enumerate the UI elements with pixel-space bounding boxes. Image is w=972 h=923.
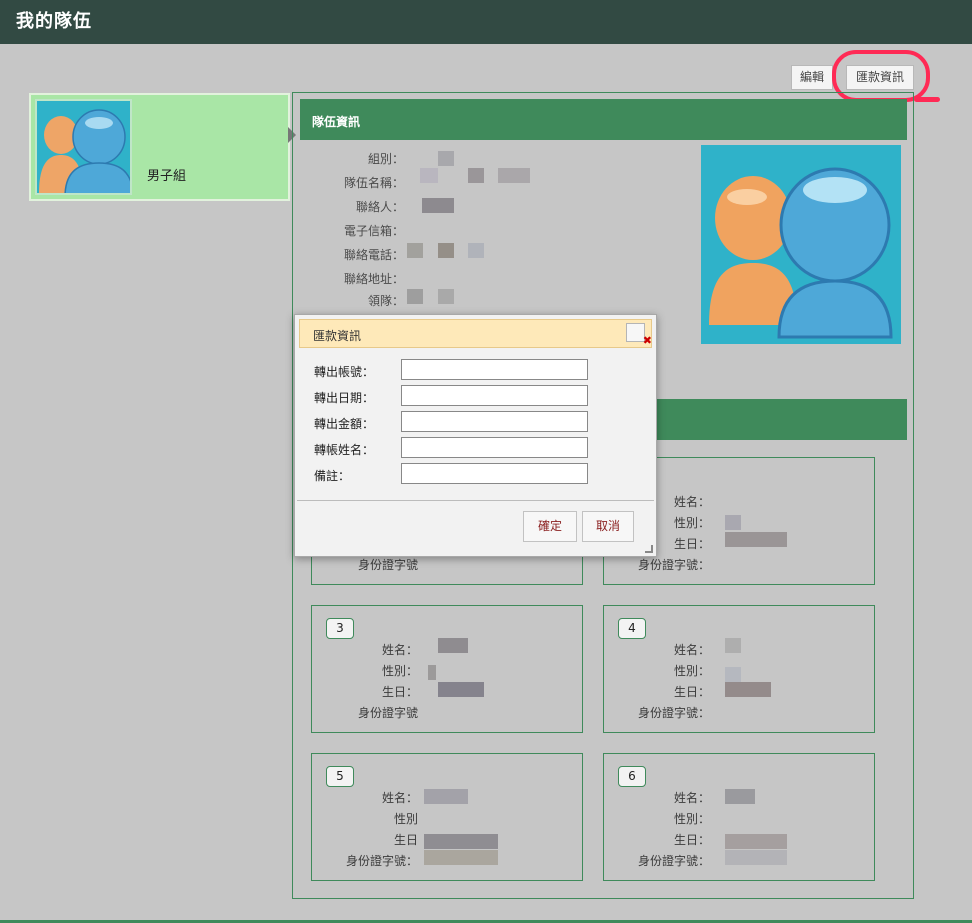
member-field-label: 性別：: [381, 664, 418, 678]
redacted-value: [428, 665, 436, 680]
field-label-contact: 聯絡人：: [355, 200, 404, 214]
page-title: 我的隊伍: [16, 11, 92, 32]
member-field-label: 姓名：: [381, 643, 418, 657]
member-field-label: 生日：: [673, 685, 710, 699]
date-input[interactable]: [401, 385, 588, 406]
member-field-label: 生日：: [381, 685, 418, 699]
account-input[interactable]: [401, 359, 588, 380]
field-label-note: 備註：: [314, 469, 351, 483]
member-field-label: 姓名：: [673, 643, 710, 657]
redacted-value: [420, 168, 438, 183]
redacted-value: [407, 243, 423, 258]
dialog-header: 匯款資訊 ✖: [299, 319, 652, 348]
redacted-value: [438, 243, 454, 258]
close-button[interactable]: ✖: [626, 323, 652, 347]
redacted-value: [468, 168, 484, 183]
redacted-value: [725, 850, 787, 865]
redacted-value: [424, 850, 498, 865]
member-number: 4: [618, 618, 646, 639]
redacted-value: [424, 789, 468, 804]
member-field-label: 生日: [393, 833, 418, 847]
edit-button[interactable]: 編輯: [791, 65, 833, 90]
redacted-value: [422, 198, 454, 213]
payer-name-input[interactable]: [401, 437, 588, 458]
field-label-email: 電子信箱：: [343, 224, 404, 238]
field-label-team-name: 隊伍名稱：: [343, 176, 404, 190]
redacted-value: [725, 638, 741, 653]
field-label-payer-name: 轉帳姓名：: [314, 443, 375, 457]
field-label-phone: 聯絡電話：: [343, 248, 404, 262]
redacted-value: [725, 682, 771, 697]
member-card: 6 姓名： 性別： 生日： 身份證字號：: [603, 753, 875, 881]
redacted-value: [438, 289, 454, 304]
member-number: 3: [326, 618, 354, 639]
member-card: 5 姓名： 性別 生日 身份證字號：: [311, 753, 583, 881]
team-info-heading: 隊伍資訊: [300, 99, 907, 140]
field-label-amount: 轉出金額：: [314, 417, 375, 431]
amount-input[interactable]: [401, 411, 588, 432]
close-icon: ✖: [642, 334, 652, 347]
field-label-address: 聯絡地址：: [343, 272, 404, 286]
member-field-label: 身份證字號: [357, 706, 418, 720]
team-name: 男子組: [147, 169, 187, 184]
team-card[interactable]: 男子組: [29, 93, 290, 201]
member-card: 3 姓名： 性別： 生日： 身份證字號: [311, 605, 583, 733]
redacted-value: [407, 289, 423, 304]
team-people-icon: [709, 167, 893, 339]
field-label-account: 轉出帳號：: [314, 365, 375, 379]
member-field-label: 身份證字號：: [345, 854, 418, 868]
field-label-date: 轉出日期：: [314, 391, 375, 405]
member-card: 4 姓名： 性別： 生日： 身份證字號：: [603, 605, 875, 733]
redacted-value: [438, 638, 468, 653]
dialog-title: 匯款資訊: [313, 329, 362, 343]
note-input[interactable]: [401, 463, 588, 484]
cancel-button[interactable]: 取消: [582, 511, 634, 542]
dialog-divider: [297, 500, 654, 501]
confirm-button[interactable]: 確定: [523, 511, 577, 542]
field-label-group: 組別：: [367, 152, 404, 166]
redacted-value: [725, 789, 755, 804]
team-people-icon: [39, 109, 130, 193]
redacted-value: [725, 515, 741, 530]
member-field-label: 姓名：: [381, 791, 418, 805]
member-number: 6: [618, 766, 646, 787]
redacted-value: [498, 168, 530, 183]
payment-info-dialog: 匯款資訊 ✖ 轉出帳號： 轉出日期： 轉出金額： 轉帳姓名： 備註： 確定 取消: [294, 314, 657, 557]
member-field-label: 身份證字號：: [637, 558, 710, 572]
redacted-value: [725, 834, 787, 849]
redacted-value: [438, 682, 484, 697]
redacted-value: [438, 151, 454, 166]
redacted-value: [468, 243, 484, 258]
member-field-label: 生日：: [673, 833, 710, 847]
resize-handle-icon[interactable]: [645, 545, 653, 553]
member-field-label: 性別：: [673, 812, 710, 826]
redacted-value: [424, 834, 498, 849]
app-header: 我的隊伍: [0, 0, 972, 44]
field-label-leader: 領隊：: [367, 294, 404, 308]
redacted-value: [725, 532, 787, 547]
team-photo: [701, 145, 901, 344]
redacted-value: [725, 667, 741, 682]
member-field-label: 性別：: [673, 664, 710, 678]
team-avatar: [35, 99, 132, 195]
annotation-stroke: [914, 97, 940, 102]
member-number: 5: [326, 766, 354, 787]
member-field-label: 身份證字號：: [637, 706, 710, 720]
member-field-label: 身份證字號：: [637, 854, 710, 868]
member-field-label: 姓名：: [673, 791, 710, 805]
member-field-label: 身份證字號: [357, 558, 418, 572]
member-field-label: 性別: [393, 812, 418, 826]
